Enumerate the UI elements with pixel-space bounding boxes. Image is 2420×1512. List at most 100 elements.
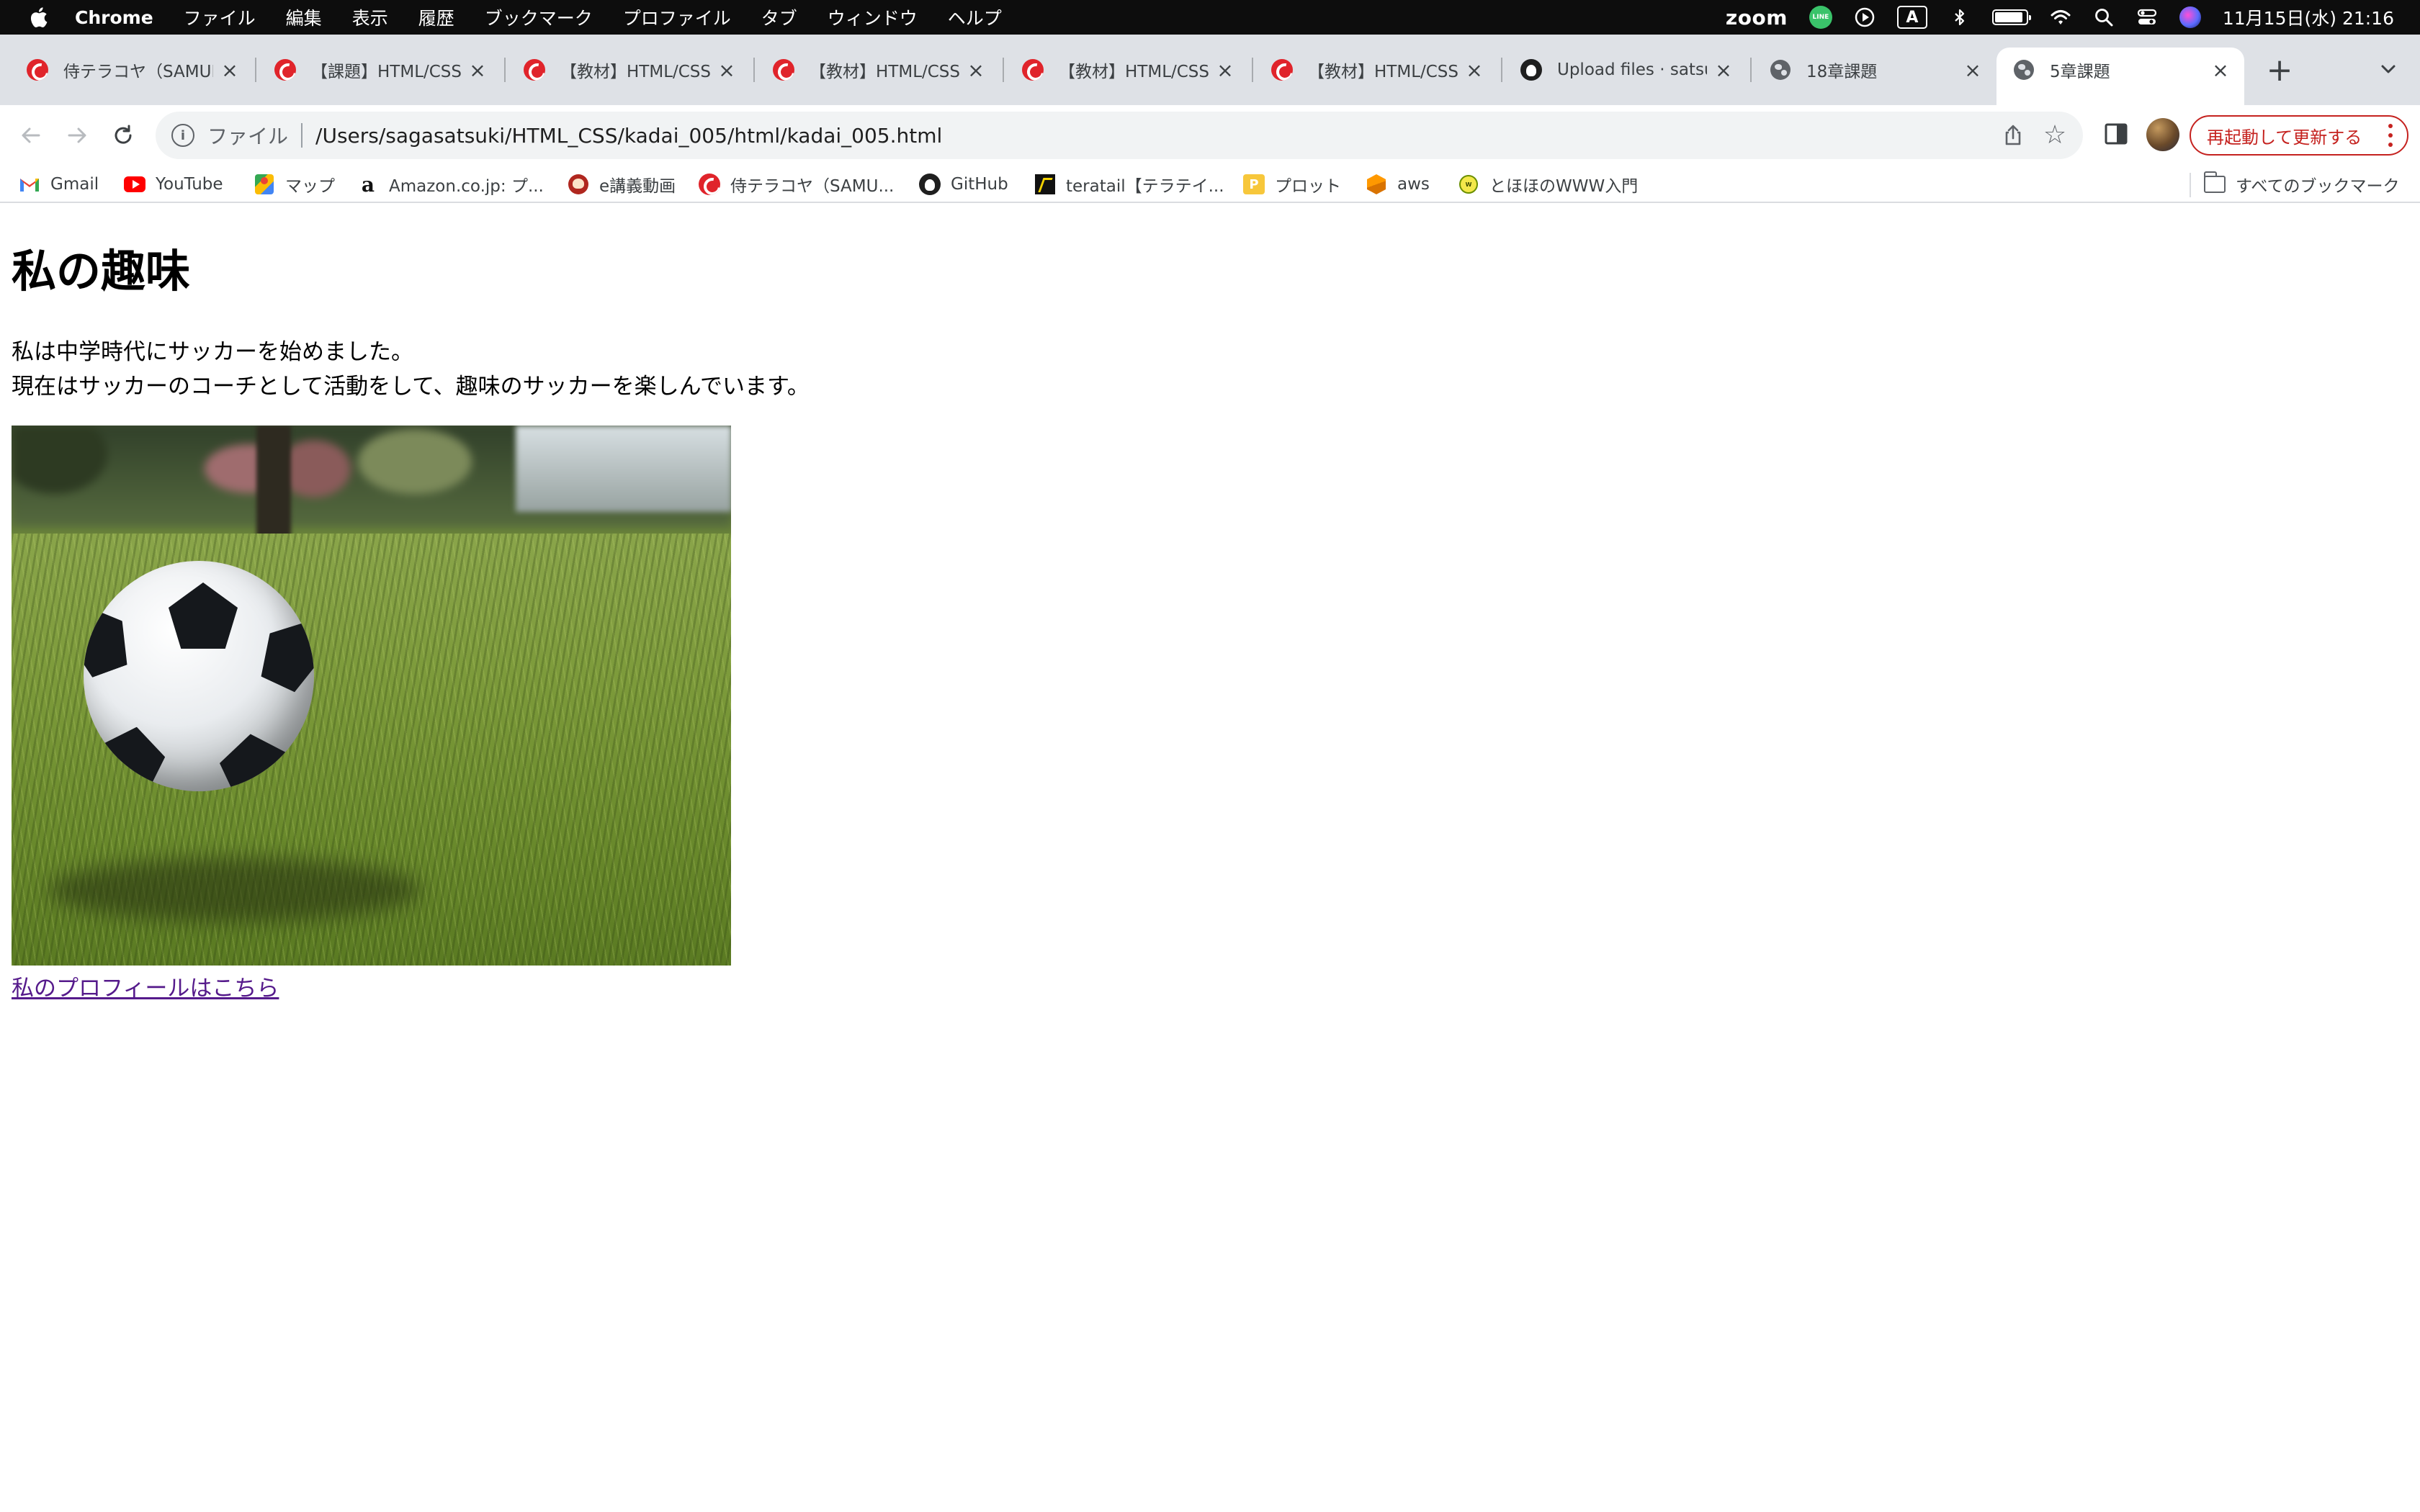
- browser-toolbar: i ファイル /Users/sagasatsuki/HTML_CSS/kadai…: [0, 105, 2420, 166]
- tab-kyozai-html-css-4[interactable]: 【教材】HTML/CSS ×: [1255, 48, 1498, 92]
- soccer-ball-photo: [12, 426, 731, 966]
- globe-icon: [1769, 58, 1792, 81]
- bookmark-aws[interactable]: aws: [1366, 171, 1430, 197]
- url-text[interactable]: /Users/sagasatsuki/HTML_CSS/kadai_005/ht…: [315, 124, 942, 148]
- bookmark-gmail[interactable]: Gmail: [19, 171, 99, 197]
- tab-title: 【教材】HTML/CSS: [1308, 63, 1458, 81]
- tab-kyozai-html-css-1[interactable]: 【教材】HTML/CSS ×: [507, 48, 750, 92]
- close-tab-icon[interactable]: ×: [467, 58, 488, 82]
- all-bookmarks-folder[interactable]: すべてのブックマーク: [2203, 171, 2399, 197]
- bookmark-maps[interactable]: マップ: [254, 171, 335, 197]
- maps-icon: [254, 174, 275, 195]
- tab-separator: [504, 58, 506, 82]
- bookmark-label: YouTube: [156, 175, 223, 194]
- samurai-icon: [1021, 58, 1044, 81]
- close-tab-icon[interactable]: ×: [219, 58, 241, 82]
- samurai-icon: [26, 58, 49, 81]
- reload-icon[interactable]: [107, 119, 140, 152]
- spotlight-search-icon[interactable]: [2093, 6, 2115, 28]
- bookmark-samurai-terakoya[interactable]: 侍テラコヤ（SAMU...: [699, 171, 894, 197]
- tab-18-kadai[interactable]: 18章課題 ×: [1753, 48, 1996, 92]
- tab-kyozai-html-css-2[interactable]: 【教材】HTML/CSS ×: [756, 48, 1000, 92]
- samurai-icon: [699, 174, 720, 195]
- control-center-icon[interactable]: [2136, 6, 2158, 28]
- bookmark-teratail[interactable]: teratail【テラテイ...: [1034, 171, 1224, 197]
- app-menu-chrome[interactable]: Chrome: [75, 7, 153, 28]
- teratail-icon: [1034, 174, 1056, 195]
- zoom-status-item[interactable]: zoom: [1726, 6, 1788, 30]
- wifi-icon[interactable]: [2050, 6, 2071, 28]
- close-tab-icon[interactable]: ×: [1713, 58, 1734, 82]
- siri-icon[interactable]: [2179, 6, 2201, 28]
- close-tab-icon[interactable]: ×: [1214, 58, 1236, 82]
- tab-search-chevron-down-icon[interactable]: [2374, 55, 2403, 84]
- side-panel-icon[interactable]: [2102, 120, 2130, 148]
- menu-bar-extras: zoom LINE A 11月15日(水) 21:16: [1704, 0, 2394, 35]
- close-tab-icon[interactable]: ×: [2210, 58, 2231, 82]
- tab-title: 侍テラコヤ（SAMURAI: [63, 63, 213, 81]
- menu-file[interactable]: ファイル: [184, 4, 256, 30]
- ball-panel: [84, 596, 137, 681]
- address-bar[interactable]: i ファイル /Users/sagasatsuki/HTML_CSS/kadai…: [156, 112, 2083, 159]
- menu-history[interactable]: 履歴: [418, 4, 454, 30]
- bookmark-star-icon[interactable]: ☆: [2041, 122, 2069, 149]
- tab-title: 【教材】HTML/CSS: [560, 63, 710, 81]
- bookmark-e-lecture[interactable]: e講義動画: [568, 171, 676, 197]
- close-tab-icon[interactable]: ×: [965, 58, 987, 82]
- forward-arrow-icon[interactable]: [60, 119, 94, 152]
- relaunch-to-update-button[interactable]: 再起動して更新する: [2190, 115, 2408, 156]
- tab-kyozai-html-css-3[interactable]: 【教材】HTML/CSS ×: [1005, 48, 1249, 92]
- tab-samurai-terakoya[interactable]: 侍テラコヤ（SAMURAI ×: [10, 48, 254, 92]
- bookmark-label: e講義動画: [599, 177, 676, 196]
- bookmark-github[interactable]: GitHub: [919, 171, 1008, 197]
- tab-separator: [1003, 58, 1004, 82]
- new-tab-plus-icon[interactable]: +: [2262, 52, 2298, 89]
- site-info-icon[interactable]: i: [171, 124, 194, 147]
- close-tab-icon[interactable]: ×: [1962, 58, 1984, 82]
- tab-separator: [255, 58, 256, 82]
- input-method-icon[interactable]: A: [1896, 6, 1927, 29]
- relaunch-label: 再起動して更新する: [2207, 127, 2362, 148]
- soccer-ball: [84, 561, 314, 791]
- menu-edit[interactable]: 編集: [286, 4, 322, 30]
- back-arrow-icon[interactable]: [14, 119, 48, 152]
- tab-separator: [1750, 58, 1752, 82]
- ball-panel: [216, 729, 294, 791]
- chrome-menu-kebab-icon[interactable]: [2387, 124, 2394, 147]
- menu-help[interactable]: ヘルプ: [948, 4, 1002, 30]
- menu-tab[interactable]: タブ: [761, 4, 797, 30]
- close-tab-icon[interactable]: ×: [716, 58, 738, 82]
- profile-link[interactable]: 私のプロフィールはこちら: [12, 973, 279, 1004]
- apple-menu-icon[interactable]: [26, 6, 50, 29]
- share-icon[interactable]: [2001, 123, 2025, 148]
- bookmark-tohoho-www[interactable]: W とほほのWWW入門: [1458, 171, 1638, 197]
- battery-icon[interactable]: [1991, 9, 2031, 25]
- menu-window[interactable]: ウィンドウ: [828, 4, 918, 30]
- samurai-icon: [772, 58, 795, 81]
- tab-title: 18章課題: [1806, 63, 1878, 81]
- menu-view[interactable]: 表示: [352, 4, 388, 30]
- play-status-icon[interactable]: [1854, 6, 1876, 28]
- intro-line-2: 現在はサッカーのコーチとして活動をして、趣味のサッカーを楽しんでいます。: [12, 374, 810, 400]
- profile-avatar[interactable]: [2146, 118, 2179, 151]
- tab-kadai-html-css[interactable]: 【課題】HTML/CSS ×: [258, 48, 501, 92]
- tab-strip: 侍テラコヤ（SAMURAI × 【課題】HTML/CSS × 【教材】HTML/…: [0, 35, 2420, 105]
- tab-5-kadai-active[interactable]: 5章課題 ×: [1996, 48, 2244, 105]
- tab-github-upload-files[interactable]: Upload files · satsu ×: [1504, 48, 1747, 92]
- photo-tree-trunk: [256, 426, 291, 541]
- tab-title: 【教材】HTML/CSS: [810, 63, 959, 81]
- gmail-icon: [19, 174, 40, 195]
- menu-profiles[interactable]: プロファイル: [623, 4, 731, 30]
- close-tab-icon[interactable]: ×: [1464, 58, 1485, 82]
- bookmark-label: GitHub: [951, 175, 1008, 194]
- bookmark-label: aws: [1397, 175, 1430, 194]
- menu-bookmarks[interactable]: ブックマーク: [485, 4, 593, 30]
- bookmark-youtube[interactable]: YouTube: [124, 171, 223, 197]
- line-status-icon[interactable]: LINE: [1809, 6, 1832, 29]
- bookmark-amazon[interactable]: a Amazon.co.jp: プ...: [357, 171, 544, 197]
- tab-title: 5章課題: [2050, 63, 2110, 81]
- ball-panel: [251, 610, 314, 697]
- menu-bar-clock[interactable]: 11月15日(水) 21:16: [2223, 4, 2394, 30]
- bluetooth-icon[interactable]: [1949, 6, 1971, 28]
- bookmark-plot[interactable]: P プロット: [1243, 171, 1341, 197]
